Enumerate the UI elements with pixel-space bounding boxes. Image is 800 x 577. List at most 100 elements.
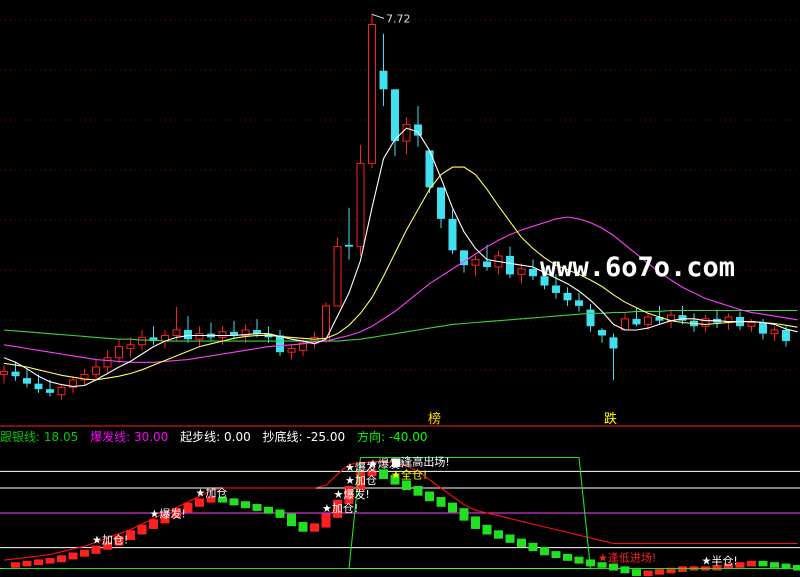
signal-label-3: ★加仓! [322, 501, 358, 515]
indicator-bar-36 [413, 485, 423, 496]
indicator-bar-48 [551, 551, 561, 559]
legend-value-4: -40.00 [389, 430, 428, 444]
candle-body-8 [92, 366, 100, 375]
candle-body-24 [276, 335, 284, 353]
indicator-bar-13 [149, 519, 158, 529]
candle-body-65 [747, 322, 756, 327]
candle-body-22 [253, 329, 261, 334]
candle-body-46 [529, 268, 537, 277]
legend-value-3: -25.00 [306, 430, 345, 444]
candle-body-29 [333, 246, 342, 307]
indicator-bar-35 [402, 480, 411, 491]
indicator-bar-49 [563, 553, 572, 561]
indicator-bar-57 [655, 569, 664, 575]
indicator-bar-12 [137, 524, 147, 535]
legend-value-2: 0.00 [224, 430, 251, 444]
candle-body-3 [34, 383, 43, 390]
candle-body-28 [322, 305, 330, 342]
indicator-bar-66 [758, 560, 768, 567]
signal-label-2: ★加仓 [196, 486, 228, 500]
signal-label-4: ★爆发! [334, 487, 370, 501]
indicator-bar-3 [34, 559, 43, 565]
candle-body-32 [368, 24, 376, 164]
signal-label-1: ★爆发! [150, 506, 186, 520]
candle-body-53 [609, 337, 618, 349]
indicator-bar-33 [379, 469, 388, 480]
indicator-bar-41 [471, 516, 480, 529]
signal-label-9: ■逢高出场! [391, 455, 450, 469]
candle-body-50 [575, 300, 583, 306]
indicator-bar-5 [57, 555, 66, 563]
indicator-bar-37 [425, 491, 434, 502]
legend-name-1: 爆发线 [90, 429, 126, 444]
candle-body-5 [57, 386, 66, 396]
indicator-bar-40 [459, 508, 469, 521]
candle-body-51 [586, 309, 595, 327]
indicator-bar-44 [505, 534, 515, 543]
candle-body-42 [483, 261, 491, 268]
candle-body-49 [563, 292, 572, 301]
legend-value-1: 30.00 [134, 430, 168, 444]
candle-body-38 [437, 187, 445, 219]
indicator-bar-59 [678, 566, 687, 572]
candle-body-48 [552, 285, 560, 293]
indicator-bar-22 [252, 503, 262, 511]
indicator-bar-8 [91, 545, 101, 554]
indicator-bar-2 [22, 560, 32, 567]
indicator-bar-7 [80, 549, 89, 557]
candle-body-55 [632, 318, 641, 325]
indicator-bar-1 [11, 562, 20, 568]
indicator-bar-46 [528, 542, 538, 552]
candle-body-56 [644, 316, 652, 325]
signal-label-8: ★全仓! [391, 468, 427, 482]
indicator-bar-26 [298, 522, 308, 532]
candle-body-68 [782, 329, 790, 342]
signal-label-5: ★加仓 [345, 473, 377, 487]
indicator-bar-6 [68, 552, 78, 560]
candle-body-4 [46, 389, 54, 393]
candle-body-1 [11, 371, 20, 377]
period-label-1: 榜 [428, 411, 441, 427]
indicator-bar-25 [287, 513, 296, 527]
candle-body-0 [0, 371, 8, 375]
indicator-bar-43 [494, 530, 503, 539]
candle-body-12 [138, 336, 146, 346]
indicator-bar-17 [195, 498, 204, 507]
candle-body-17 [195, 333, 204, 340]
indicator-bar-50 [574, 556, 584, 564]
indicator-bar-20 [229, 498, 239, 506]
candle-body-34 [391, 89, 399, 142]
candle-body-15 [172, 329, 181, 337]
candle-body-44 [506, 255, 514, 275]
candle-body-59 [678, 315, 687, 321]
indicator-bar-67 [770, 562, 779, 568]
indicator-bar-39 [448, 502, 457, 513]
indicator-bar-65 [747, 560, 756, 567]
candle-body-35 [402, 123, 411, 142]
signal-label-10: ★逢低进场! [598, 551, 656, 565]
candle-body-30 [345, 244, 353, 247]
legend-name-3: 抄底线 [263, 429, 299, 444]
high-price-label: 7.72 [386, 12, 411, 25]
candle-body-25 [287, 347, 296, 353]
candle-body-33 [379, 70, 388, 90]
candle-body-19 [218, 331, 227, 338]
candle-body-11 [126, 344, 135, 349]
indicator-bar-21 [241, 501, 250, 509]
candle-body-16 [184, 329, 192, 340]
candle-body-2 [23, 378, 31, 384]
period-label-2: 跌 [604, 411, 617, 427]
candle-body-9 [103, 357, 112, 368]
indicator-bar-45 [517, 538, 526, 547]
candle-body-39 [448, 218, 457, 251]
indicator-legend: 跟银线: 18.05 爆发线: 30.00 起步线: 0.00 抄底线: -25… [0, 429, 428, 444]
watermark-text: www.6o7o.com [540, 252, 735, 283]
indicator-bar-54 [620, 566, 630, 574]
candle-body-52 [598, 329, 606, 336]
indicator-bar-24 [275, 509, 285, 518]
indicator-bar-4 [45, 558, 55, 564]
indicator-bar-42 [482, 524, 492, 535]
indicator-bar-56 [643, 570, 653, 577]
indicator-bar-23 [264, 506, 273, 514]
candle-body-31 [356, 162, 365, 248]
